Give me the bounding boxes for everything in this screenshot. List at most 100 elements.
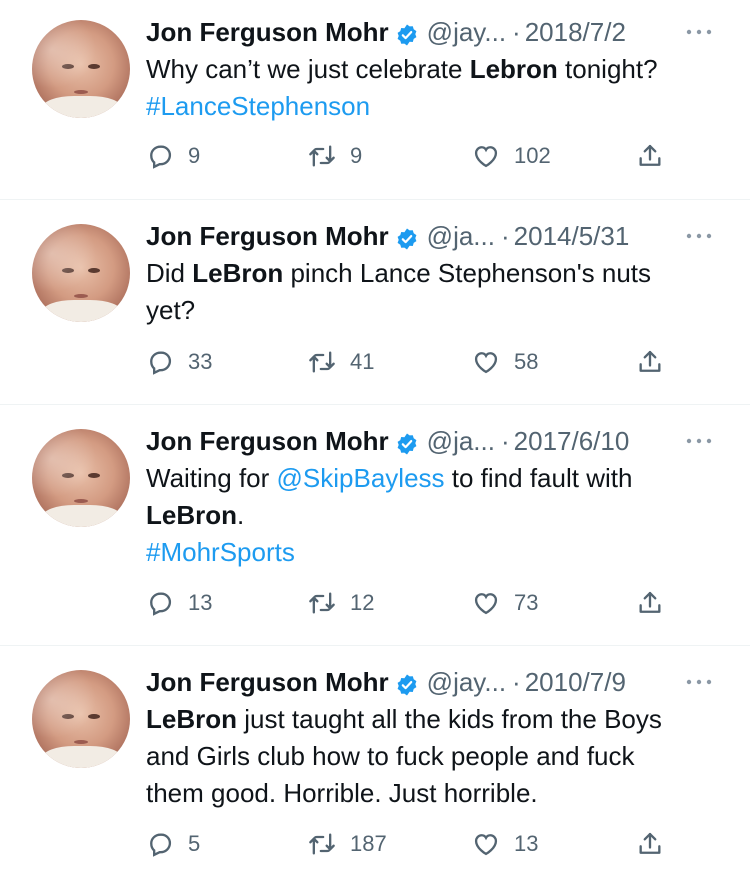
verified-badge-icon bbox=[395, 429, 419, 455]
tweet-text-line: yet? bbox=[146, 292, 750, 329]
like-count: 73 bbox=[514, 590, 539, 615]
retweet-button[interactable]: 12 bbox=[308, 585, 374, 621]
retweet-count: 41 bbox=[350, 349, 375, 374]
tweet[interactable]: Jon Ferguson Mohr @ja... · 2014/5/31 Did LeB… bbox=[0, 200, 750, 405]
avatar[interactable] bbox=[32, 20, 130, 118]
like-button[interactable]: 102 bbox=[472, 138, 551, 174]
tweet-date[interactable]: 2010/7/9 bbox=[525, 664, 626, 700]
separator-dot: · bbox=[500, 221, 510, 251]
author-handle[interactable]: @jay... bbox=[427, 664, 506, 700]
tweet-text-line: and Girls club how to fuck people and fu… bbox=[146, 738, 750, 775]
reply-button[interactable]: 9 bbox=[146, 138, 200, 174]
heart-icon bbox=[472, 348, 500, 376]
tweet-text-line: Why can’t we just celebrate Lebron tonig… bbox=[146, 51, 750, 88]
tweet-feed: Jon Ferguson Mohr @jay... · 2018/7/2 Why can… bbox=[0, 0, 750, 874]
text-segment: Waiting for bbox=[146, 463, 277, 493]
reply-button[interactable]: 5 bbox=[146, 826, 200, 862]
tweet-actions: 9 9 102 bbox=[146, 138, 750, 174]
reply-count: 13 bbox=[188, 590, 213, 615]
author-name[interactable]: Jon Ferguson Mohr bbox=[146, 218, 389, 254]
retweet-icon bbox=[308, 142, 336, 170]
tweet-text: Why can’t we just celebrate Lebron tonig… bbox=[146, 51, 750, 125]
share-icon bbox=[636, 830, 664, 858]
tweet-text: Did LeBron pinch Lance Stephenson's nuts… bbox=[146, 255, 750, 329]
tweet[interactable]: Jon Ferguson Mohr @jay... · 2018/7/2 Why can… bbox=[0, 0, 750, 200]
separator-dot: · bbox=[500, 426, 510, 456]
share-icon bbox=[636, 142, 664, 170]
tweet[interactable]: Jon Ferguson Mohr @jay... · 2010/7/9 LeBron … bbox=[0, 646, 750, 874]
share-button[interactable] bbox=[636, 344, 664, 380]
mention-link[interactable]: @SkipBayless bbox=[277, 463, 445, 493]
text-segment: tonight? bbox=[557, 54, 658, 84]
text-segment: and Girls club how to fuck people and fu… bbox=[146, 741, 635, 771]
retweet-button[interactable]: 9 bbox=[308, 138, 362, 174]
reply-count: 33 bbox=[188, 349, 213, 374]
share-button[interactable] bbox=[636, 585, 664, 621]
verified-badge-icon bbox=[395, 224, 419, 250]
more-icon[interactable] bbox=[684, 423, 714, 459]
tweet-content: Jon Ferguson Mohr @jay... · 2010/7/9 LeBron … bbox=[146, 664, 750, 812]
author-name[interactable]: Jon Ferguson Mohr bbox=[146, 664, 389, 700]
verified-badge-icon bbox=[395, 670, 419, 696]
reply-button[interactable]: 33 bbox=[146, 344, 212, 380]
heart-icon bbox=[472, 589, 500, 617]
share-button[interactable] bbox=[636, 138, 664, 174]
avatar[interactable] bbox=[32, 429, 130, 527]
author-name[interactable]: Jon Ferguson Mohr bbox=[146, 14, 389, 50]
tweet[interactable]: Jon Ferguson Mohr @ja... · 2017/6/10 Waiting… bbox=[0, 405, 750, 646]
like-button[interactable]: 73 bbox=[472, 585, 538, 621]
share-button[interactable] bbox=[636, 826, 664, 862]
retweet-count: 9 bbox=[350, 143, 363, 168]
tweet-header: Jon Ferguson Mohr @ja... · 2014/5/31 bbox=[146, 218, 750, 254]
share-icon bbox=[636, 348, 664, 376]
reply-count: 9 bbox=[188, 143, 201, 168]
tweet-text-line: them good. Horrible. Just horrible. bbox=[146, 775, 750, 812]
text-segment: Did bbox=[146, 258, 193, 288]
tweet-content: Jon Ferguson Mohr @ja... · 2017/6/10 Waiting… bbox=[146, 423, 750, 571]
reply-icon bbox=[146, 589, 174, 617]
more-icon[interactable] bbox=[684, 218, 714, 254]
bold-text: LeBron bbox=[146, 704, 237, 734]
hashtag-link[interactable]: #MohrSports bbox=[146, 537, 295, 567]
tweet-text-line: #MohrSports bbox=[146, 534, 750, 571]
retweet-icon bbox=[308, 348, 336, 376]
author-handle[interactable]: @ja... bbox=[427, 218, 495, 254]
retweet-button[interactable]: 187 bbox=[308, 826, 387, 862]
text-segment: just taught all the kids from the Boys bbox=[237, 704, 662, 734]
bold-text: LeBron bbox=[192, 258, 284, 288]
author-name[interactable]: Jon Ferguson Mohr bbox=[146, 423, 389, 459]
more-icon[interactable] bbox=[684, 14, 714, 50]
retweet-count: 187 bbox=[350, 831, 387, 856]
text-segment: . bbox=[237, 500, 245, 530]
bold-text: LeBron bbox=[146, 500, 237, 530]
tweet-header: Jon Ferguson Mohr @jay... · 2018/7/2 bbox=[146, 14, 750, 50]
tweet-header: Jon Ferguson Mohr @jay... · 2010/7/9 bbox=[146, 664, 750, 700]
share-icon bbox=[636, 589, 664, 617]
text-segment: yet? bbox=[146, 295, 196, 325]
tweet-text-line: #LanceStephenson bbox=[146, 88, 750, 125]
avatar[interactable] bbox=[32, 224, 130, 322]
author-handle[interactable]: @jay... bbox=[427, 14, 506, 50]
tweet-text: Waiting for @SkipBayless to find fault w… bbox=[146, 460, 750, 571]
avatar[interactable] bbox=[32, 670, 130, 768]
more-icon[interactable] bbox=[684, 664, 714, 700]
text-segment: them good. Horrible. Just horrible. bbox=[146, 778, 538, 808]
reply-button[interactable]: 13 bbox=[146, 585, 212, 621]
tweet-content: Jon Ferguson Mohr @jay... · 2018/7/2 Why can… bbox=[146, 14, 750, 125]
reply-count: 5 bbox=[188, 831, 201, 856]
retweet-button[interactable]: 41 bbox=[308, 344, 374, 380]
tweet-date[interactable]: 2017/6/10 bbox=[514, 423, 630, 459]
retweet-icon bbox=[308, 589, 336, 617]
like-button[interactable]: 13 bbox=[472, 826, 538, 862]
tweet-date[interactable]: 2018/7/2 bbox=[525, 14, 626, 50]
author-handle[interactable]: @ja... bbox=[427, 423, 495, 459]
like-count: 13 bbox=[514, 831, 539, 856]
text-segment: Why can’t we just celebrate bbox=[146, 54, 470, 84]
hashtag-link[interactable]: #LanceStephenson bbox=[146, 91, 370, 121]
text-segment: pinch Lance Stephenson's nuts bbox=[283, 258, 652, 288]
like-button[interactable]: 58 bbox=[472, 344, 538, 380]
tweet-date[interactable]: 2014/5/31 bbox=[514, 218, 630, 254]
text-segment: to find fault with bbox=[444, 463, 633, 493]
separator-dot: · bbox=[512, 17, 521, 47]
tweet-text: LeBron just taught all the kids from the… bbox=[146, 701, 750, 812]
